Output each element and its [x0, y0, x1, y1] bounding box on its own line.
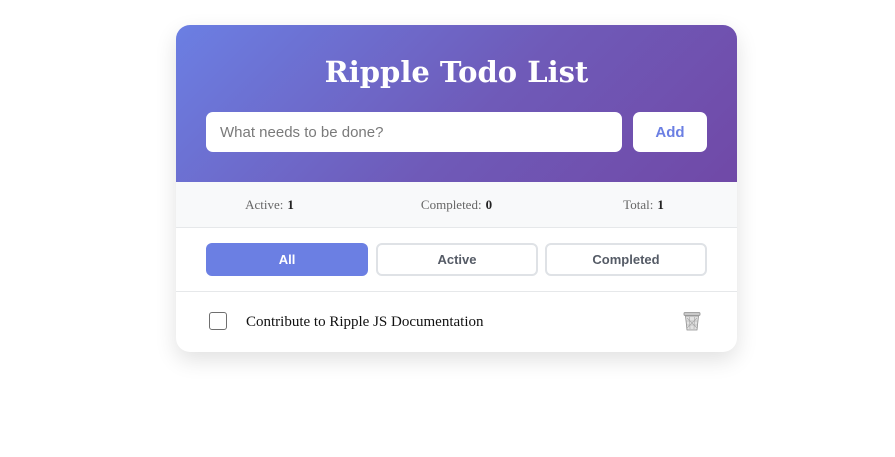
trash-icon [683, 312, 701, 331]
new-todo-input[interactable] [206, 112, 622, 152]
filter-active-button[interactable]: Active [376, 243, 538, 276]
stat-total-count: 1 [657, 197, 664, 212]
stat-active-count: 1 [287, 197, 294, 212]
stat-total-label: Total: [623, 197, 654, 212]
header: Ripple Todo List Add [176, 25, 737, 182]
stat-total: Total: 1 [550, 182, 737, 227]
stats-bar: Active: 1 Completed: 0 Total: 1 [176, 182, 737, 228]
delete-button[interactable] [681, 310, 703, 332]
todo-item: Contribute to Ripple JS Documentation [176, 292, 737, 352]
filter-completed-button[interactable]: Completed [545, 243, 707, 276]
stat-completed-count: 0 [485, 197, 493, 212]
filter-all-button[interactable]: All [206, 243, 368, 276]
stat-completed: Completed: 0 [363, 182, 550, 227]
todo-card: Ripple Todo List Add Active:1 Completed:… [176, 25, 737, 352]
todo-text: Contribute to Ripple JS Documentation [246, 314, 484, 330]
stat-completed-label: Completed: [420, 197, 482, 212]
stat-active: Active: 1 [176, 182, 363, 227]
filter-bar: All Active Completed [176, 228, 737, 292]
add-button[interactable]: Add [633, 112, 707, 152]
stat-active-label: Active: [245, 197, 284, 212]
page-title: Ripple Todo List [324, 55, 589, 89]
todo-checkbox[interactable] [209, 312, 227, 330]
